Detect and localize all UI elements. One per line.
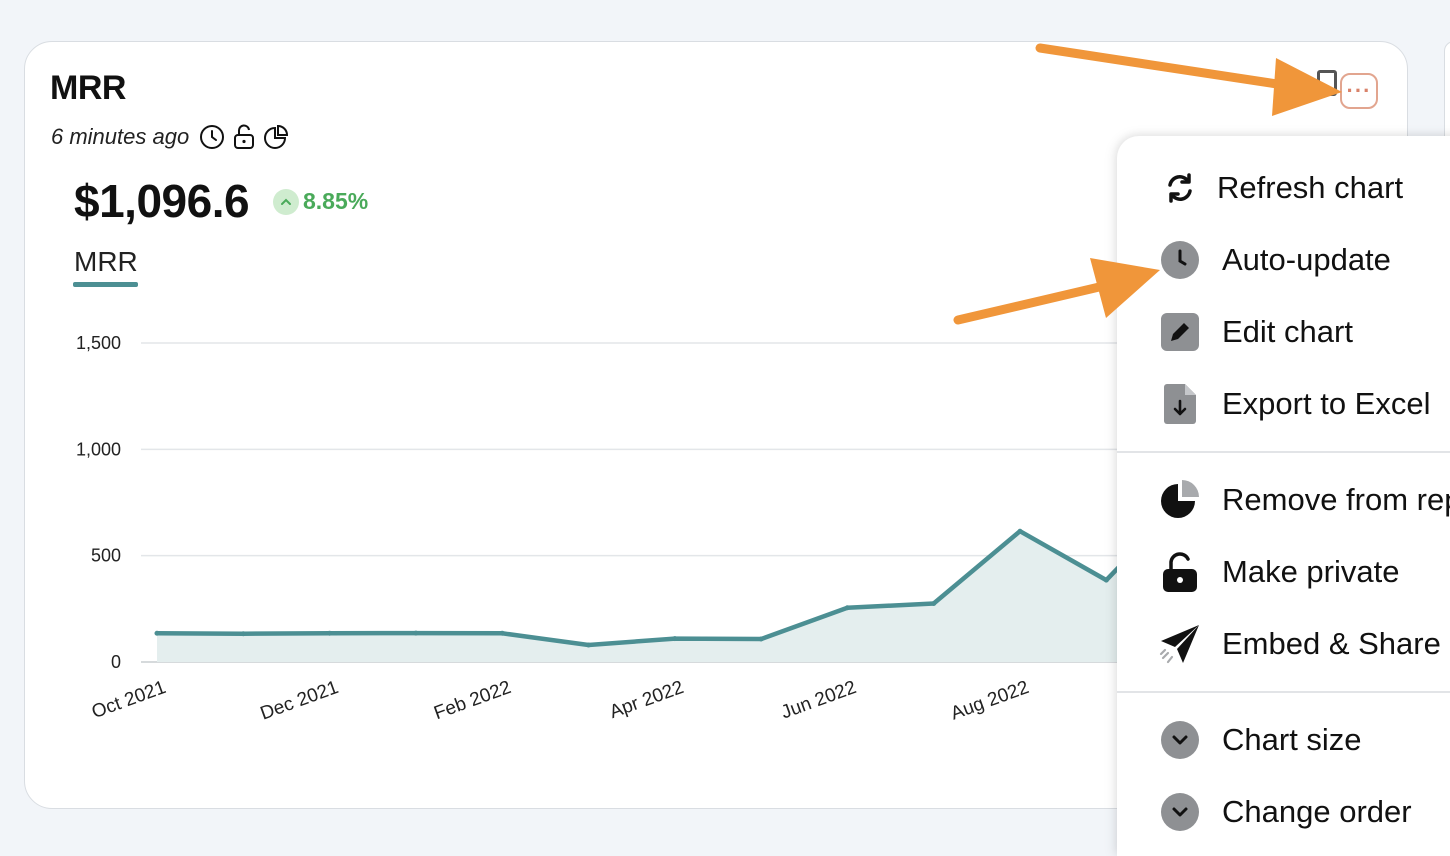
menu-item-label: Chart size	[1222, 722, 1362, 757]
menu-item-label: Edit chart	[1222, 314, 1353, 349]
data-point	[758, 636, 764, 642]
x-tick-label: Oct 2021	[89, 677, 169, 723]
pencil-icon	[1159, 311, 1201, 353]
lock-icon	[1159, 551, 1201, 593]
edit-icon[interactable]	[1317, 70, 1337, 96]
menu-item-label: Make private	[1222, 554, 1400, 589]
x-tick-label: Jun 2022	[778, 677, 859, 723]
chevron-down-icon	[1159, 791, 1201, 833]
menu-item-label: Export to Excel	[1222, 386, 1431, 421]
data-point	[240, 631, 246, 637]
menu-item-label: Auto-update	[1222, 242, 1391, 277]
data-point	[672, 636, 678, 642]
data-point	[586, 642, 591, 648]
menu-divider	[1117, 691, 1450, 693]
y-tick-label: 500	[91, 546, 121, 566]
menu-item-remove-from-report[interactable]: Remove from rep	[1117, 470, 1450, 530]
menu-item-label: Refresh chart	[1217, 170, 1404, 205]
menu-item-chart-size[interactable]: Chart size	[1117, 710, 1450, 770]
menu-item-change-order[interactable]: Change order	[1117, 782, 1450, 842]
more-options-button[interactable]: ···	[1340, 73, 1378, 109]
data-point	[413, 630, 419, 636]
data-point	[154, 630, 160, 636]
chevron-down-icon	[1159, 719, 1201, 761]
chart-options-menu: Refresh chart Auto-update Edit chart Exp…	[1117, 136, 1450, 856]
x-tick-label: Apr 2022	[607, 677, 687, 723]
y-tick-label: 1,000	[76, 439, 121, 459]
menu-item-auto-update[interactable]: Auto-update	[1117, 230, 1450, 290]
data-point	[1017, 528, 1023, 534]
menu-divider	[1117, 451, 1450, 453]
menu-item-label: Remove from rep	[1222, 482, 1450, 517]
menu-item-make-private[interactable]: Make private	[1117, 542, 1450, 602]
refresh-icon	[1159, 167, 1201, 209]
menu-item-edit-chart[interactable]: Edit chart	[1117, 302, 1450, 362]
paper-plane-icon	[1159, 623, 1201, 665]
clock-icon	[1159, 239, 1201, 281]
menu-item-refresh-chart[interactable]: Refresh chart	[1117, 158, 1450, 218]
x-tick-label: Feb 2022	[431, 677, 514, 724]
data-point	[499, 630, 505, 636]
data-point	[931, 601, 937, 607]
y-tick-label: 0	[111, 652, 121, 672]
data-point	[1103, 577, 1109, 583]
x-tick-label: Aug 2022	[948, 677, 1032, 725]
menu-item-embed-share[interactable]: Embed & Share	[1117, 614, 1450, 674]
download-file-icon	[1159, 383, 1201, 425]
x-tick-label: Dec 2021	[258, 677, 342, 725]
data-point	[327, 630, 333, 636]
y-tick-label: 1,500	[76, 333, 121, 353]
data-point	[844, 605, 850, 611]
pie-chart-icon	[1159, 479, 1201, 521]
menu-item-label: Change order	[1222, 794, 1412, 829]
menu-item-export-to-excel[interactable]: Export to Excel	[1117, 374, 1450, 434]
menu-item-label: Embed & Share	[1222, 626, 1441, 661]
